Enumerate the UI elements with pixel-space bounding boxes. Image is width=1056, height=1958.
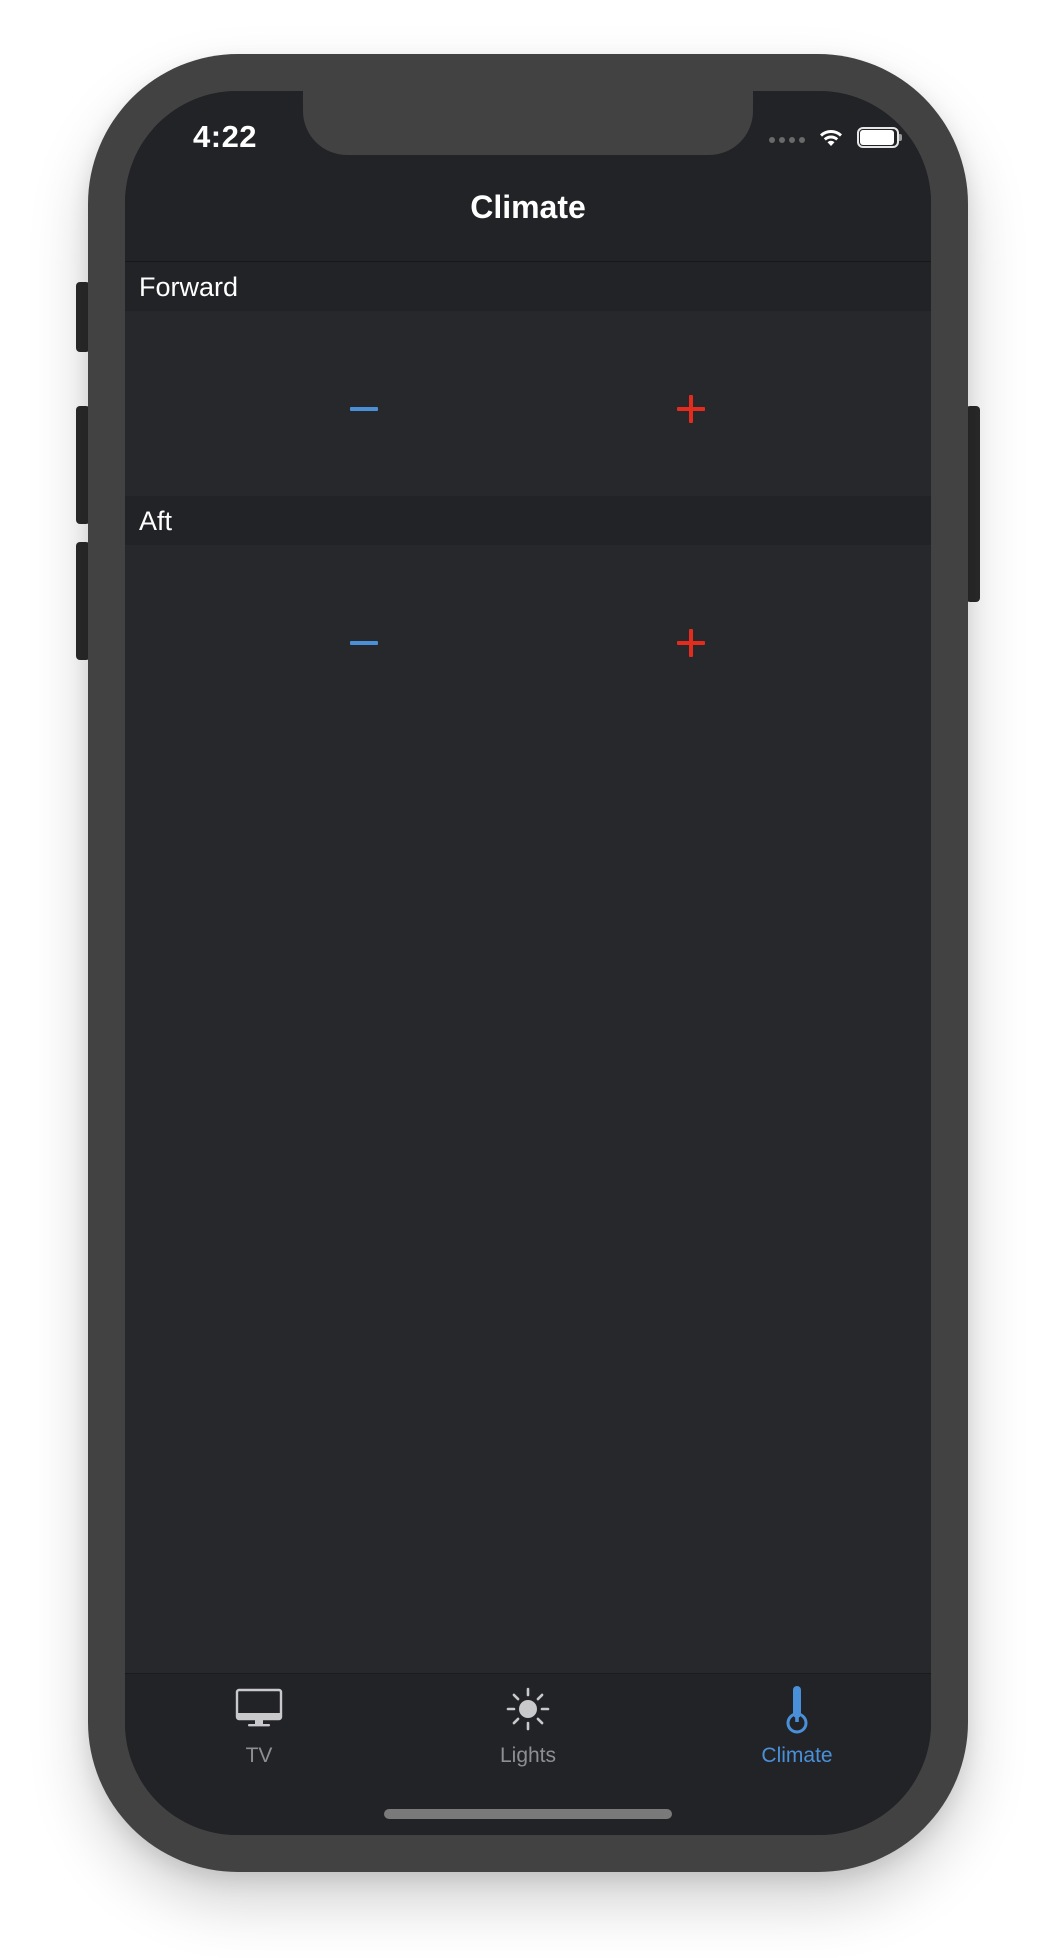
battery-icon (857, 126, 902, 148)
home-indicator[interactable] (384, 1809, 672, 1819)
screen: 4:22 Climate Forward Aft TV Lights Clima… (125, 91, 931, 1835)
navigation-bar: Climate (125, 155, 931, 262)
section-header-label: Aft (139, 506, 173, 536)
tab-climate[interactable]: Climate (663, 1674, 931, 1774)
forward-decrease-button[interactable] (334, 379, 394, 439)
control-row-aft (125, 545, 931, 730)
forward-increase-button[interactable] (661, 379, 721, 439)
wifi-icon (820, 130, 842, 146)
section-header-aft: Aft (125, 496, 931, 545)
page-title: Climate (470, 189, 586, 225)
tab-tv[interactable]: TV (125, 1674, 393, 1774)
aft-increase-button[interactable] (661, 613, 721, 673)
minus-icon (350, 641, 378, 645)
status-time: 4:22 (193, 119, 258, 154)
control-row-forward (125, 311, 931, 496)
tab-label: Climate (761, 1744, 833, 1767)
tab-label: TV (245, 1744, 273, 1767)
tab-label: Lights (499, 1744, 557, 1767)
sun-icon (506, 1687, 550, 1731)
aft-decrease-button[interactable] (334, 613, 394, 673)
cellular-signal-icon (769, 131, 805, 143)
minus-icon (350, 407, 378, 411)
tv-icon (235, 1688, 283, 1727)
thermometer-icon (786, 1686, 808, 1734)
tab-lights[interactable]: Lights (394, 1674, 662, 1774)
notch (303, 91, 753, 155)
section-header-label: Forward (139, 272, 239, 302)
section-header-forward: Forward (125, 262, 931, 311)
power-button (966, 406, 980, 602)
canvas: 4:22 Climate Forward Aft TV Lights Clima… (0, 0, 1056, 1958)
status-bar: 4:22 (125, 91, 931, 155)
status-icons (769, 125, 902, 149)
